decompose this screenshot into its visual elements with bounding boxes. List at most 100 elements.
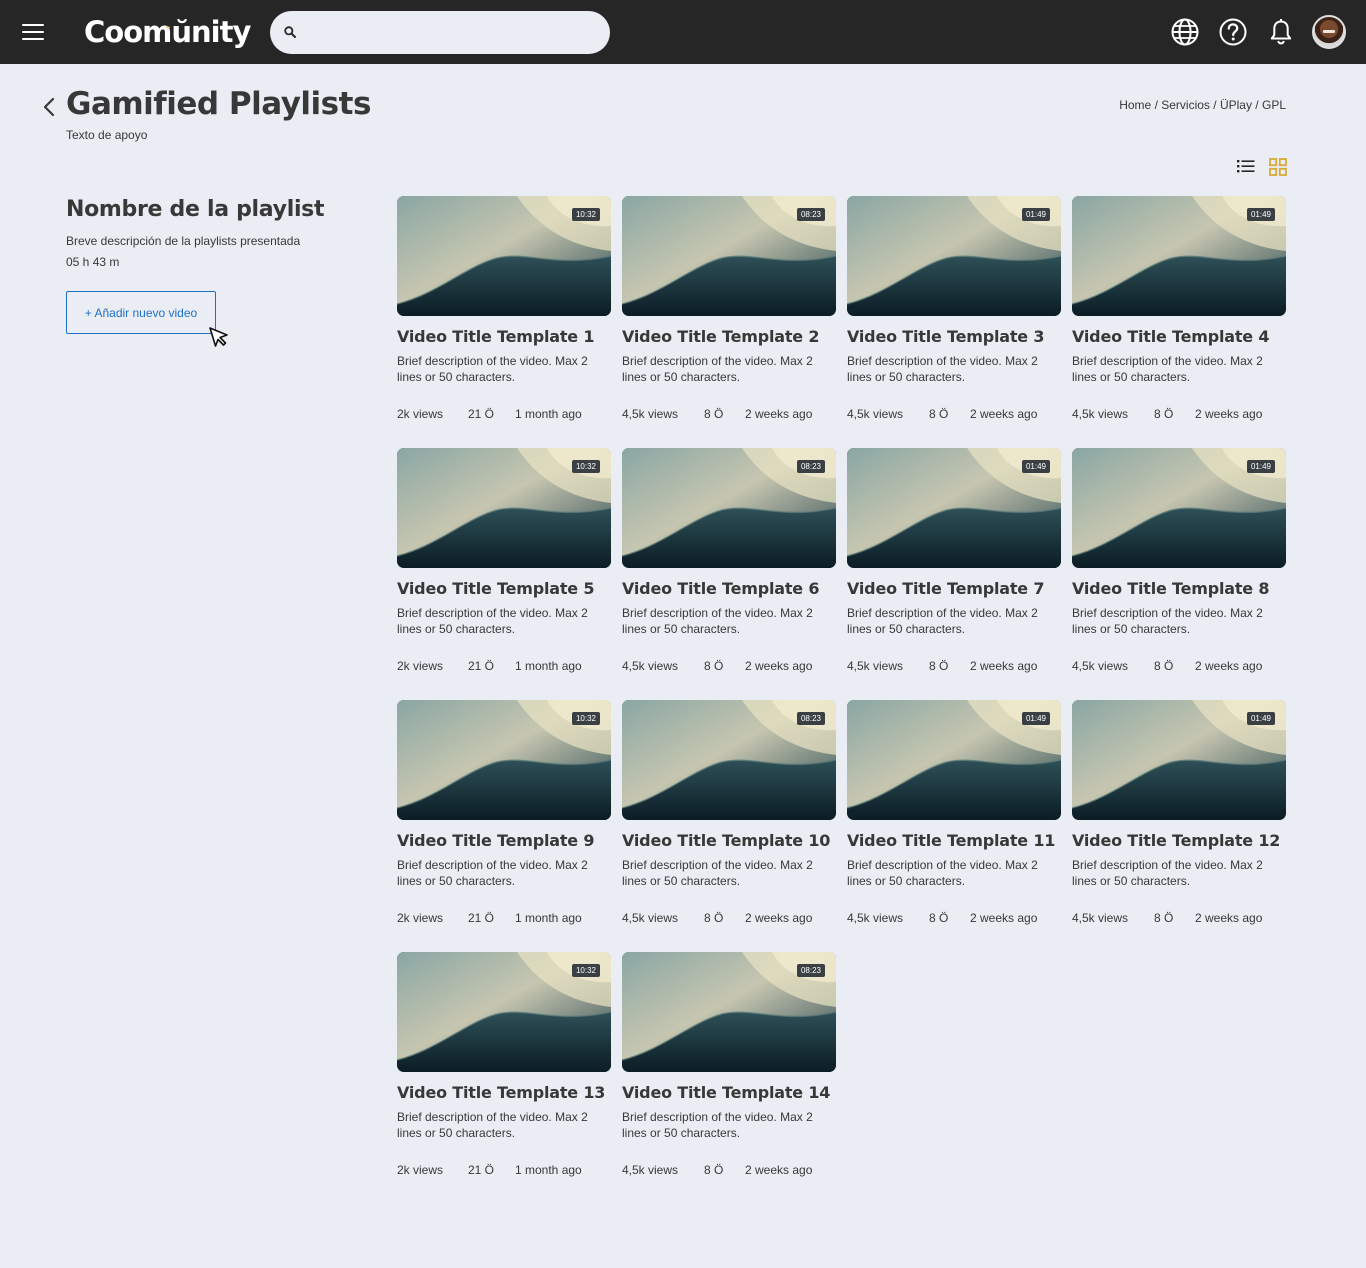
video-title[interactable]: Video Title Template 11 [847, 831, 1077, 850]
video-card[interactable]: 01:49 Video Title Template 8 Brief descr… [1072, 448, 1286, 700]
video-card[interactable]: 08:23 Video Title Template 14 Brief desc… [622, 952, 836, 1204]
list-view-icon[interactable] [1237, 158, 1255, 174]
back-arrow-icon[interactable] [40, 96, 58, 118]
video-thumbnail[interactable]: 10:32 [397, 448, 611, 568]
top-bar: Coomŭnity ¨ [0, 0, 1366, 64]
video-card[interactable]: 08:23 Video Title Template 6 Brief descr… [622, 448, 836, 700]
video-card[interactable]: 10:32 Video Title Template 5 Brief descr… [397, 448, 611, 700]
video-duration: 08:23 [796, 460, 825, 473]
video-title[interactable]: Video Title Template 13 [397, 1083, 627, 1102]
help-icon[interactable] [1217, 16, 1249, 48]
globe-icon[interactable] [1169, 16, 1201, 48]
video-duration: 01:49 [1246, 712, 1275, 725]
video-views: 2k views [397, 659, 444, 673]
video-card[interactable]: 01:49 Video Title Template 11 Brief desc… [847, 700, 1061, 952]
video-description: Brief description of the video. Max 2 li… [397, 858, 588, 888]
video-ondas: 8 Ö [704, 407, 724, 421]
video-title[interactable]: Video Title Template 4 [1072, 327, 1302, 346]
logo[interactable]: Coomŭnity ¨ [84, 14, 251, 50]
avatar[interactable] [1312, 15, 1346, 49]
grid-view-icon[interactable] [1269, 158, 1287, 176]
search-bar[interactable] [270, 11, 610, 54]
video-thumbnail[interactable]: 10:32 [397, 952, 611, 1072]
video-thumbnail[interactable]: 01:49 [1072, 196, 1286, 316]
video-ondas: 8 Ö [1154, 407, 1174, 421]
video-card[interactable]: 08:23 Video Title Template 10 Brief desc… [622, 700, 836, 952]
video-thumbnail[interactable]: 01:49 [1072, 448, 1286, 568]
video-age: 1 month ago [515, 659, 582, 673]
video-views: 4,5k views [847, 911, 904, 925]
video-thumbnail[interactable]: 08:23 [622, 952, 836, 1072]
video-card[interactable]: 10:32 Video Title Template 1 Brief descr… [397, 196, 611, 448]
video-title[interactable]: Video Title Template 3 [847, 327, 1077, 346]
video-ondas: 8 Ö [1154, 659, 1174, 673]
video-card[interactable]: 10:32 Video Title Template 13 Brief desc… [397, 952, 611, 1204]
search-icon [284, 26, 296, 38]
mouse-cursor-icon [209, 327, 228, 347]
video-title[interactable]: Video Title Template 5 [397, 579, 627, 598]
breadcrumb-uplay[interactable]: ÜPlay [1220, 98, 1252, 112]
video-views: 4,5k views [847, 659, 904, 673]
video-description: Brief description of the video. Max 2 li… [847, 858, 1038, 888]
video-card[interactable]: 01:49 Video Title Template 3 Brief descr… [847, 196, 1061, 448]
video-thumbnail[interactable]: 08:23 [622, 700, 836, 820]
video-card[interactable]: 08:23 Video Title Template 2 Brief descr… [622, 196, 836, 448]
video-thumbnail[interactable]: 01:49 [847, 700, 1061, 820]
video-title[interactable]: Video Title Template 6 [622, 579, 852, 598]
video-description: Brief description of the video. Max 2 li… [622, 606, 813, 636]
video-age: 1 month ago [515, 407, 582, 421]
breadcrumb: Home / Servicios / ÜPlay / GPL [1119, 98, 1286, 112]
video-thumbnail[interactable]: 01:49 [1072, 700, 1286, 820]
breadcrumb-gpl[interactable]: GPL [1262, 98, 1286, 112]
video-title[interactable]: Video Title Template 10 [622, 831, 852, 850]
breadcrumb-separator: / [1251, 98, 1262, 112]
breadcrumb-home[interactable]: Home [1119, 98, 1151, 112]
video-description: Brief description of the video. Max 2 li… [397, 354, 588, 384]
video-views: 4,5k views [1072, 659, 1129, 673]
video-thumbnail[interactable]: 08:23 [622, 196, 836, 316]
video-thumbnail[interactable]: 10:32 [397, 700, 611, 820]
video-duration: 08:23 [796, 964, 825, 977]
video-ondas: 21 Ö [468, 407, 495, 421]
video-title[interactable]: Video Title Template 12 [1072, 831, 1302, 850]
logo-dots: ¨ [165, 25, 171, 39]
video-description: Brief description of the video. Max 2 li… [847, 606, 1038, 636]
video-ondas: 8 Ö [1154, 911, 1174, 925]
video-card[interactable]: 10:32 Video Title Template 9 Brief descr… [397, 700, 611, 952]
video-title[interactable]: Video Title Template 1 [397, 327, 627, 346]
add-video-button[interactable]: + Añadir nuevo video [66, 291, 216, 334]
video-duration: 01:49 [1021, 460, 1050, 473]
video-age: 2 weeks ago [970, 659, 1038, 673]
video-title[interactable]: Video Title Template 8 [1072, 579, 1302, 598]
video-ondas: 8 Ö [704, 659, 724, 673]
video-title[interactable]: Video Title Template 9 [397, 831, 627, 850]
video-title[interactable]: Video Title Template 7 [847, 579, 1077, 598]
video-ondas: 8 Ö [704, 911, 724, 925]
video-title[interactable]: Video Title Template 2 [622, 327, 852, 346]
video-duration: 08:23 [796, 712, 825, 725]
video-ondas: 21 Ö [468, 911, 495, 925]
video-views: 2k views [397, 911, 444, 925]
video-title[interactable]: Video Title Template 14 [622, 1083, 852, 1102]
video-duration: 10:32 [571, 712, 600, 725]
video-card[interactable]: 01:49 Video Title Template 7 Brief descr… [847, 448, 1061, 700]
video-views: 4,5k views [622, 1163, 679, 1177]
video-age: 1 month ago [515, 1163, 582, 1177]
video-thumbnail[interactable]: 08:23 [622, 448, 836, 568]
video-duration: 08:23 [796, 208, 825, 221]
video-thumbnail[interactable]: 10:32 [397, 196, 611, 316]
video-card[interactable]: 01:49 Video Title Template 4 Brief descr… [1072, 196, 1286, 448]
video-views: 4,5k views [622, 911, 679, 925]
video-age: 2 weeks ago [970, 407, 1038, 421]
video-description: Brief description of the video. Max 2 li… [397, 606, 588, 636]
video-thumbnail[interactable]: 01:49 [847, 196, 1061, 316]
notifications-icon[interactable] [1265, 16, 1297, 48]
playlist-duration: 05 h 43 m [66, 255, 120, 269]
video-age: 2 weeks ago [1195, 407, 1263, 421]
video-thumbnail[interactable]: 01:49 [847, 448, 1061, 568]
search-input[interactable] [306, 11, 596, 54]
video-card[interactable]: 01:49 Video Title Template 12 Brief desc… [1072, 700, 1286, 952]
breadcrumb-servicios[interactable]: Servicios [1161, 98, 1210, 112]
menu-icon[interactable] [22, 23, 44, 41]
video-description: Brief description of the video. Max 2 li… [847, 354, 1038, 384]
